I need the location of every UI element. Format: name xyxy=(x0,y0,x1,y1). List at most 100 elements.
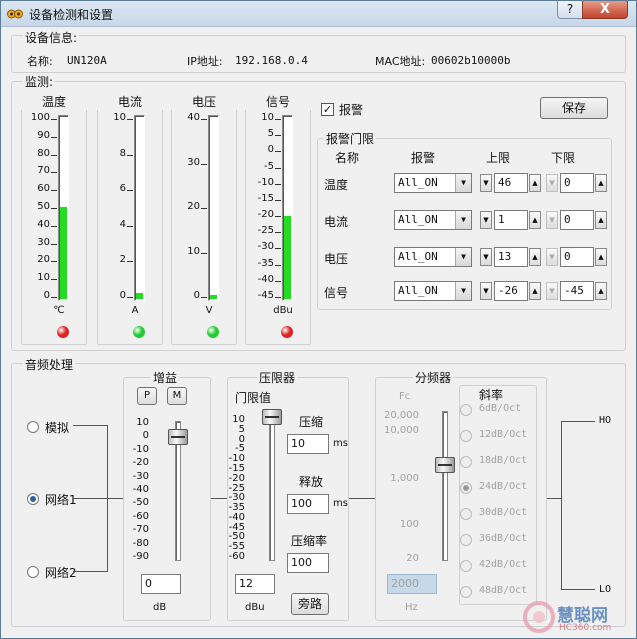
chevron-down-icon[interactable]: ▼ xyxy=(455,211,471,229)
slope-radio[interactable] xyxy=(460,508,472,520)
gain-value-field[interactable]: 0 xyxy=(141,574,181,594)
meter-tick-label: 0 xyxy=(119,290,126,301)
scale-tick-label: 0 xyxy=(142,430,149,442)
meter-title: 温度 xyxy=(21,93,87,110)
gain-m-button[interactable]: M xyxy=(167,387,187,405)
threshold-header: 报警门限 xyxy=(324,130,377,147)
slope-radio-label: 6dB/Oct xyxy=(479,403,522,414)
lower-limit-field[interactable]: -45 xyxy=(560,281,594,301)
crossover-title: 分频器 xyxy=(413,369,454,386)
alarm-mode-select[interactable]: All_ON ▼ xyxy=(394,281,472,301)
upper-increment-button[interactable]: ▲ xyxy=(529,282,541,300)
lo-out-label: LO xyxy=(599,584,612,595)
meter-tick-label: 10 xyxy=(187,245,200,257)
scale-tick-label: 20 xyxy=(406,553,419,564)
slope-radio[interactable] xyxy=(460,430,472,442)
meter-tick-label: -5 xyxy=(264,160,274,172)
lower-limit-field[interactable]: 0 xyxy=(560,173,594,193)
lower-decrement-button[interactable]: ▼ xyxy=(546,282,558,300)
crossover-slider-thumb[interactable] xyxy=(435,457,455,473)
gain-title: 增益 xyxy=(151,369,180,386)
lower-increment-button[interactable]: ▲ xyxy=(595,282,607,300)
lower-decrement-button[interactable]: ▼ xyxy=(546,211,558,229)
meter-level xyxy=(60,207,67,299)
lower-decrement-button[interactable]: ▼ xyxy=(546,248,558,266)
meter-tick-label: 0 xyxy=(193,290,200,301)
meter-tick-label: 5 xyxy=(267,128,274,140)
compress-field[interactable]: 10 xyxy=(287,434,329,454)
meter-tick-label: 40 xyxy=(187,112,200,123)
chevron-down-icon[interactable]: ▼ xyxy=(455,174,471,192)
meter-tick-label: -45 xyxy=(257,290,274,301)
slope-radio-label: 12dB/Oct xyxy=(479,429,528,440)
alarm-mode-select[interactable]: All_ON ▼ xyxy=(394,247,472,267)
meter-tick-label: 8 xyxy=(119,147,126,159)
upper-limit-field[interactable]: -26 xyxy=(494,281,528,301)
scale-tick-label: 10 xyxy=(136,417,149,428)
threshold-row-name: 温度 xyxy=(324,178,349,192)
alarm-mode-select[interactable]: All_ON ▼ xyxy=(394,210,472,230)
limiter-slider-thumb[interactable] xyxy=(262,409,282,425)
threshold-row-name: 电流 xyxy=(324,215,349,229)
chevron-down-icon[interactable]: ▼ xyxy=(455,248,471,266)
upper-decrement-button[interactable]: ▼ xyxy=(480,174,492,192)
device-name-label: 名称: xyxy=(27,55,53,68)
slope-radio[interactable] xyxy=(460,456,472,468)
ratio-field[interactable]: 100 xyxy=(287,553,329,573)
limiter-threshold-field[interactable]: 12 xyxy=(235,574,275,594)
slope-group xyxy=(459,385,537,605)
source-radio-label: 网络2 xyxy=(45,566,77,580)
close-button[interactable]: X xyxy=(582,1,628,19)
upper-increment-button[interactable]: ▲ xyxy=(529,174,541,192)
lower-increment-button[interactable]: ▲ xyxy=(595,248,607,266)
bypass-button[interactable]: 旁路 xyxy=(291,593,329,615)
lower-increment-button[interactable]: ▲ xyxy=(595,211,607,229)
upper-limit-field[interactable]: 1 xyxy=(494,210,528,230)
upper-decrement-button[interactable]: ▼ xyxy=(480,211,492,229)
lower-limit-field[interactable]: 0 xyxy=(560,247,594,267)
col-upper-header: 上限 xyxy=(486,151,511,165)
upper-limit-field[interactable]: 13 xyxy=(494,247,528,267)
window-title: 设备检测和设置 xyxy=(29,8,114,22)
upper-increment-button[interactable]: ▲ xyxy=(529,211,541,229)
scale-tick-label: -20 xyxy=(132,457,149,469)
upper-increment-button[interactable]: ▲ xyxy=(529,248,541,266)
meter-tick-label: 0 xyxy=(43,290,50,301)
slope-radio[interactable] xyxy=(460,534,472,546)
source-radio[interactable] xyxy=(27,493,39,505)
slope-radio[interactable] xyxy=(460,586,472,598)
meter-tick-label: 90 xyxy=(37,129,50,141)
save-button[interactable]: 保存 xyxy=(540,97,608,119)
upper-decrement-button[interactable]: ▼ xyxy=(480,248,492,266)
lower-limit-field[interactable]: 0 xyxy=(560,210,594,230)
slope-radio[interactable] xyxy=(460,482,472,494)
gain-p-button[interactable]: P xyxy=(137,387,157,405)
source-radio-label: 网络1 xyxy=(45,493,77,507)
meter-tick-label: 2 xyxy=(119,254,126,266)
lower-decrement-button[interactable]: ▼ xyxy=(546,174,558,192)
source-radio[interactable] xyxy=(27,566,39,578)
upper-limit-field[interactable]: 46 xyxy=(494,173,528,193)
meter-unit: A xyxy=(131,305,139,316)
upper-decrement-button[interactable]: ▼ xyxy=(480,282,492,300)
release-field[interactable]: 100 xyxy=(287,494,329,514)
chevron-down-icon[interactable]: ▼ xyxy=(455,282,471,300)
alarm-checkbox[interactable]: ✓ xyxy=(321,103,334,116)
meter-tick-label: 20 xyxy=(187,201,200,212)
scale-tick-label: -90 xyxy=(132,551,149,562)
meter-tick-label: -10 xyxy=(257,176,274,188)
slope-radio[interactable] xyxy=(460,560,472,572)
meter-tick-label: 40 xyxy=(37,218,50,230)
help-button[interactable]: ? xyxy=(557,1,583,19)
release-unit: ms xyxy=(333,498,348,509)
lower-increment-button[interactable]: ▲ xyxy=(595,174,607,192)
gain-slider-thumb[interactable] xyxy=(168,429,188,446)
scale-tick-label: 10,000 xyxy=(384,425,419,436)
slope-radio[interactable] xyxy=(460,404,472,416)
col-lower-header: 下限 xyxy=(551,151,576,165)
gain-unit: dB xyxy=(153,602,167,613)
alarm-mode-select[interactable]: All_ON ▼ xyxy=(394,173,472,193)
source-radio[interactable] xyxy=(27,421,39,433)
scale-tick-label: -30 xyxy=(132,470,149,482)
mac-value: 00602b10000b xyxy=(431,54,511,67)
